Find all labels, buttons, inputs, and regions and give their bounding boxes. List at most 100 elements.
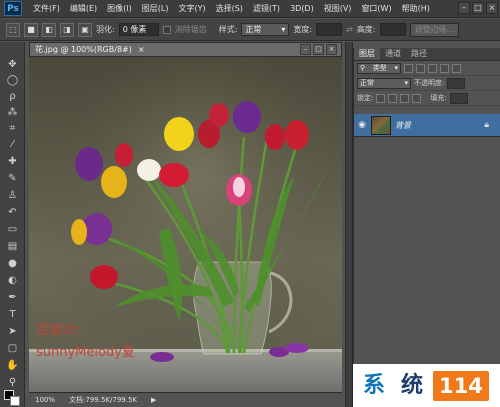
- menu-type[interactable]: 文字(Y): [173, 3, 210, 14]
- document-window-controls: – □ ×: [300, 44, 337, 55]
- chevron-down-icon: ▾: [394, 63, 398, 72]
- badge-char-1: 系: [362, 372, 385, 398]
- filter-smart-icon[interactable]: [452, 63, 461, 73]
- blend-row: 正常 ▾ 不透明度:: [354, 76, 500, 91]
- photoshop-window: Ps 文件(F) 编辑(E) 图像(I) 图层(L) 文字(Y) 选择(S) 滤…: [0, 0, 500, 407]
- zoom-level[interactable]: 100%: [35, 396, 55, 404]
- swap-icon[interactable]: ⇄: [346, 25, 353, 34]
- tab-paths[interactable]: 路径: [406, 48, 432, 60]
- brush-icon[interactable]: ✎: [4, 172, 21, 186]
- filter-adjust-icon[interactable]: [416, 63, 425, 73]
- lock-label: 锁定:: [357, 94, 374, 102]
- width-input[interactable]: [316, 23, 343, 36]
- tab-channels[interactable]: 通道: [380, 48, 406, 60]
- minimize-icon[interactable]: –: [458, 2, 470, 14]
- blur-icon[interactable]: ●: [4, 257, 21, 271]
- eye-icon[interactable]: ◉: [357, 120, 367, 130]
- panel-dock-strip[interactable]: [345, 42, 353, 407]
- clone-stamp-icon[interactable]: ♙: [4, 189, 21, 203]
- quick-select-icon[interactable]: ⁂: [4, 106, 21, 120]
- menu-select[interactable]: 选择(S): [211, 3, 248, 14]
- menu-view[interactable]: 视图(V): [319, 3, 357, 14]
- healing-brush-icon[interactable]: ✚: [4, 155, 21, 169]
- status-bar: 100% 文档:799.5K/799.5K ▶: [29, 392, 342, 407]
- layer-thumbnail: [371, 115, 391, 135]
- fill-input[interactable]: [449, 92, 468, 104]
- type-icon[interactable]: T: [4, 308, 21, 322]
- chevron-down-icon: ▾: [281, 25, 286, 34]
- lock-pixels-icon[interactable]: [388, 93, 398, 103]
- layer-row-background[interactable]: ◉ 背景 🔒︎: [354, 114, 500, 137]
- style-select[interactable]: 正常 ▾: [241, 23, 290, 36]
- menu-image[interactable]: 图像(I): [102, 3, 137, 14]
- elliptical-marquee-icon[interactable]: ◯: [4, 74, 21, 88]
- menu-3d[interactable]: 3D(D): [285, 4, 319, 13]
- options-bar: ⬚ ■ ◧ ◨ ▣ 羽化: 0 像素 消除锯齿 样式: 正常 ▾ 宽度: ⇄ 高…: [0, 19, 500, 41]
- add-selection-icon[interactable]: ◧: [42, 22, 56, 37]
- menu-edit[interactable]: 编辑(E): [65, 3, 102, 14]
- intersect-selection-icon[interactable]: ▣: [78, 22, 92, 37]
- antialias-label: 消除锯齿: [174, 25, 207, 34]
- style-select-value: 正常: [245, 25, 262, 34]
- lock-icon: 🔒︎: [484, 120, 489, 130]
- layer-kind-select[interactable]: ⚲ 类型 ▾: [357, 62, 401, 74]
- hand-icon[interactable]: ✋: [4, 359, 21, 373]
- chevron-down-icon: ▾: [404, 78, 408, 87]
- dodge-icon[interactable]: ◐: [4, 274, 21, 288]
- doc-minimize-icon[interactable]: –: [300, 44, 311, 55]
- lock-all-icon[interactable]: [412, 93, 422, 103]
- subtract-selection-icon[interactable]: ◨: [60, 22, 74, 37]
- tab-close-icon[interactable]: ×: [138, 45, 145, 54]
- antialias-checkbox[interactable]: [162, 25, 171, 34]
- ps-logo-icon: Ps: [4, 1, 22, 16]
- menu-window[interactable]: 窗口(W): [356, 3, 396, 14]
- shape-icon[interactable]: ▢: [4, 342, 21, 356]
- feather-label: 羽化:: [96, 25, 115, 34]
- lock-row: 锁定: 填充:: [354, 91, 500, 106]
- filter-pixel-icon[interactable]: [404, 63, 413, 73]
- canvas[interactable]: 百度ID: sunnyMelody夏: [29, 57, 342, 392]
- gradient-icon[interactable]: ▤: [4, 240, 21, 254]
- badge-char-2: 统: [400, 372, 423, 398]
- doc-close-icon[interactable]: ×: [326, 44, 337, 55]
- fill-label: 填充:: [430, 94, 447, 102]
- opacity-input[interactable]: [447, 77, 466, 89]
- move-tool-icon[interactable]: ✥: [4, 58, 21, 72]
- filter-shape-icon[interactable]: [440, 63, 449, 73]
- lock-position-icon[interactable]: [400, 93, 410, 103]
- menu-layer[interactable]: 图层(L): [137, 3, 174, 14]
- pen-icon[interactable]: ✒: [4, 291, 21, 305]
- feather-input[interactable]: 0 像素: [118, 23, 159, 36]
- history-brush-icon[interactable]: ↶: [4, 206, 21, 220]
- close-icon[interactable]: ×: [486, 2, 498, 14]
- document-tab[interactable]: 花.jpg @ 100%(RGB/8#) × – □ ×: [29, 42, 342, 57]
- maximize-icon[interactable]: □: [472, 2, 484, 14]
- blend-mode-select[interactable]: 正常 ▾: [357, 77, 411, 89]
- blend-mode-value: 正常: [360, 78, 374, 87]
- crop-icon[interactable]: ⌗: [4, 122, 21, 136]
- zoom-icon[interactable]: ⚲: [4, 376, 21, 390]
- eyedropper-icon[interactable]: ⁄: [4, 138, 21, 152]
- opacity-label: 不透明度:: [414, 79, 445, 87]
- menu-filter[interactable]: 滤镜(T): [248, 3, 285, 14]
- menu-file[interactable]: 文件(F): [28, 3, 65, 14]
- panel-tabs: 图层 通道 路径: [354, 48, 500, 61]
- new-selection-icon[interactable]: ■: [24, 22, 38, 37]
- path-select-icon[interactable]: ➤: [4, 325, 21, 339]
- document-size: 文档:799.5K/799.5K: [69, 396, 137, 404]
- tab-layers[interactable]: 图层: [354, 48, 380, 60]
- layer-name[interactable]: 背景: [395, 120, 411, 131]
- doc-maximize-icon[interactable]: □: [313, 44, 324, 55]
- rect-marquee-icon[interactable]: ⬚: [6, 22, 20, 37]
- lock-transparency-icon[interactable]: [376, 93, 386, 103]
- filter-type-icon[interactable]: [428, 63, 437, 73]
- status-menu-arrow-icon[interactable]: ▶: [151, 396, 156, 404]
- height-input[interactable]: [379, 23, 406, 36]
- refine-edge-button[interactable]: 调整边缘...: [409, 22, 460, 37]
- menu-help[interactable]: 帮助(H): [397, 3, 435, 14]
- badge-number: 114: [433, 370, 489, 401]
- background-color-swatch[interactable]: [10, 396, 20, 406]
- width-label: 宽度:: [293, 25, 313, 34]
- lasso-icon[interactable]: ρ: [4, 90, 21, 104]
- eraser-icon[interactable]: ▭: [4, 223, 21, 237]
